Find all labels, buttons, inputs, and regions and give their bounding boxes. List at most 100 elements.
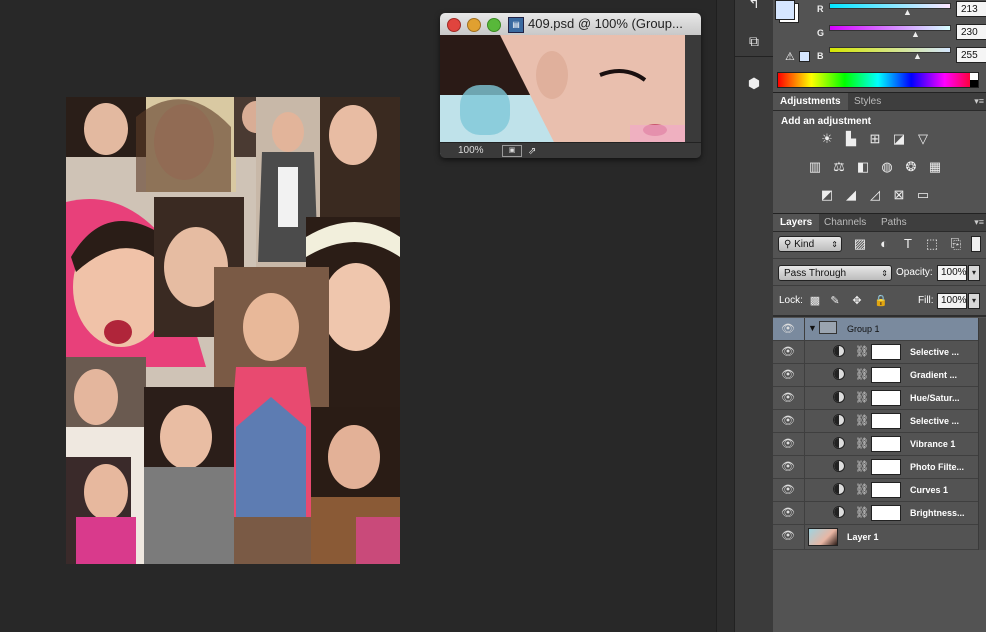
blue-slider[interactable] <box>829 47 951 53</box>
layer-mask-thumbnail[interactable] <box>871 413 901 429</box>
layer-mask-thumbnail[interactable] <box>871 367 901 383</box>
layer-mask-thumbnail[interactable] <box>871 459 901 475</box>
layers-scrollbar[interactable] <box>978 318 986 550</box>
white-swatch[interactable] <box>970 73 978 80</box>
green-slider-handle[interactable]: ▲ <box>911 29 920 39</box>
lock-brush-icon[interactable]: ✎ <box>827 293 843 309</box>
triangle-icon[interactable]: ▽ <box>915 131 931 147</box>
gamut-warning-icon[interactable]: ⚠ <box>785 50 795 63</box>
close-window-button[interactable] <box>447 18 461 32</box>
clone-source-icon[interactable]: ⧉ <box>741 28 767 54</box>
layer-row-selective-1[interactable]: 👁 ⛓ Selective ... <box>773 341 978 364</box>
eye-icon[interactable]: 👁 <box>781 368 795 382</box>
zoom-window-button[interactable] <box>487 18 501 32</box>
link-chain-icon[interactable]: ⛓ <box>855 345 869 359</box>
foreground-color-swatch[interactable] <box>775 0 795 20</box>
balance-icon[interactable]: ⚖ <box>831 159 847 175</box>
color-lookup-icon[interactable]: ▦ <box>927 159 943 175</box>
blue-value-input[interactable]: 255 <box>956 47 986 63</box>
lock-all-icon[interactable]: 🔒 <box>873 293 889 309</box>
link-chain-icon[interactable]: ⛓ <box>855 483 869 497</box>
floating-document-window[interactable]: ▤ 409.psd @ 100% (Group... 100% ▣ ⇗ <box>440 13 701 158</box>
red-value-input[interactable]: 213 <box>956 1 986 17</box>
layer-thumbnail[interactable] <box>808 528 838 546</box>
layer-filter-select[interactable]: ⚲ Kind ⇕ <box>778 236 842 252</box>
fill-dropdown[interactable]: ▾ <box>968 293 980 309</box>
fill-input[interactable]: 100% <box>937 293 967 309</box>
gradient-map-icon[interactable]: ▭ <box>915 187 931 203</box>
eye-icon[interactable]: 👁 <box>781 391 795 405</box>
lock-move-icon[interactable]: ✥ <box>849 293 865 309</box>
share-arrow-icon[interactable]: ⇗ <box>528 144 536 158</box>
window-titlebar[interactable]: ▤ 409.psd @ 100% (Group... <box>440 13 701 35</box>
zoom-level[interactable]: 100% <box>458 143 484 158</box>
canvas-area[interactable]: ▤ 409.psd @ 100% (Group... 100% ▣ ⇗ <box>0 0 716 632</box>
layer-row-curves[interactable]: 👁 ⛓ Curves 1 <box>773 479 978 502</box>
layer-mask-thumbnail[interactable] <box>871 344 901 360</box>
filter-smart-object-icon[interactable]: ⎘ <box>948 236 964 252</box>
link-chain-icon[interactable]: ⛓ <box>855 460 869 474</box>
disclosure-triangle-icon[interactable]: ▼ <box>808 323 817 333</box>
bw-icon[interactable]: ◧ <box>855 159 871 175</box>
exposure-icon[interactable]: ◪ <box>891 131 907 147</box>
link-chain-icon[interactable]: ⛓ <box>855 414 869 428</box>
brightness-icon[interactable]: ☀ <box>819 131 835 147</box>
panel-menu-icon[interactable]: ▾≡ <box>974 96 984 107</box>
opacity-dropdown[interactable]: ▾ <box>968 265 980 281</box>
green-value-input[interactable]: 230 <box>956 24 986 40</box>
layer-row-vibrance[interactable]: 👁 ⛓ Vibrance 1 <box>773 433 978 456</box>
threshold-icon[interactable]: ◿ <box>867 187 883 203</box>
opacity-input[interactable]: 100% <box>937 265 967 281</box>
layers-panel-menu-icon[interactable]: ▾≡ <box>974 217 984 228</box>
filter-shape-icon[interactable]: ⬚ <box>924 236 940 252</box>
link-chain-icon[interactable]: ⛓ <box>855 391 869 405</box>
tab-paths[interactable]: Paths <box>874 214 914 231</box>
tab-channels[interactable]: Channels <box>817 214 873 231</box>
tab-layers[interactable]: Layers <box>773 214 820 231</box>
lock-transparent-icon[interactable]: ▩ <box>807 293 823 309</box>
preview-scrollbar[interactable] <box>685 35 701 154</box>
red-slider[interactable] <box>829 3 951 9</box>
green-slider[interactable] <box>829 25 951 31</box>
layer-row-hue-saturation[interactable]: 👁 ⛓ Hue/Satur... <box>773 387 978 410</box>
curves-icon[interactable]: ⊞ <box>867 131 883 147</box>
eye-icon[interactable]: 👁 <box>781 460 795 474</box>
filter-type-icon[interactable]: T <box>900 236 916 252</box>
layer-row-brightness[interactable]: 👁 ⛓ Brightness... <box>773 502 978 525</box>
link-chain-icon[interactable]: ⛓ <box>855 368 869 382</box>
document-info-icon[interactable]: ▣ <box>502 145 522 157</box>
filter-toggle[interactable] <box>971 236 981 252</box>
color-spectrum-bar[interactable] <box>777 72 979 88</box>
layer-mask-thumbnail[interactable] <box>871 505 901 521</box>
filter-pixel-icon[interactable]: ▨ <box>852 236 868 252</box>
invert-icon[interactable]: ◩ <box>819 187 835 203</box>
vibrance-icon[interactable]: ▥ <box>807 159 823 175</box>
link-chain-icon[interactable]: ⛓ <box>855 506 869 520</box>
levels-icon[interactable]: ▙ <box>843 131 859 147</box>
layer-row-photo-filter[interactable]: 👁 ⛓ Photo Filte... <box>773 456 978 479</box>
link-chain-icon[interactable]: ⛓ <box>855 437 869 451</box>
minimize-window-button[interactable] <box>467 18 481 32</box>
eye-icon[interactable]: 👁 <box>781 529 795 543</box>
history-icon[interactable]: ↰ <box>741 0 767 16</box>
layer-row-selective-2[interactable]: 👁 ⛓ Selective ... <box>773 410 978 433</box>
layer-row-group-1[interactable]: 👁 ▼ Group 1 <box>773 318 978 341</box>
black-swatch[interactable] <box>970 80 978 87</box>
photo-filter-icon[interactable]: ◍ <box>879 159 895 175</box>
eye-icon[interactable]: 👁 <box>781 322 795 336</box>
gamut-color-swatch[interactable] <box>799 51 810 62</box>
tab-styles[interactable]: Styles <box>847 93 888 110</box>
eye-icon[interactable]: 👁 <box>781 483 795 497</box>
layer-row-layer-1[interactable]: 👁 Layer 1 <box>773 525 978 550</box>
eye-icon[interactable]: 👁 <box>781 506 795 520</box>
red-slider-handle[interactable]: ▲ <box>903 7 912 17</box>
eye-icon[interactable]: 👁 <box>781 414 795 428</box>
layer-mask-thumbnail[interactable] <box>871 390 901 406</box>
3d-cube-icon[interactable]: ⬢ <box>741 70 767 96</box>
filter-adjustment-icon[interactable]: ◐ <box>876 236 892 252</box>
posterize-icon[interactable]: ◢ <box>843 187 859 203</box>
layer-mask-thumbnail[interactable] <box>871 482 901 498</box>
selective-color-icon[interactable]: ⊠ <box>891 187 907 203</box>
eye-icon[interactable]: 👁 <box>781 437 795 451</box>
blue-slider-handle[interactable]: ▲ <box>913 51 922 61</box>
